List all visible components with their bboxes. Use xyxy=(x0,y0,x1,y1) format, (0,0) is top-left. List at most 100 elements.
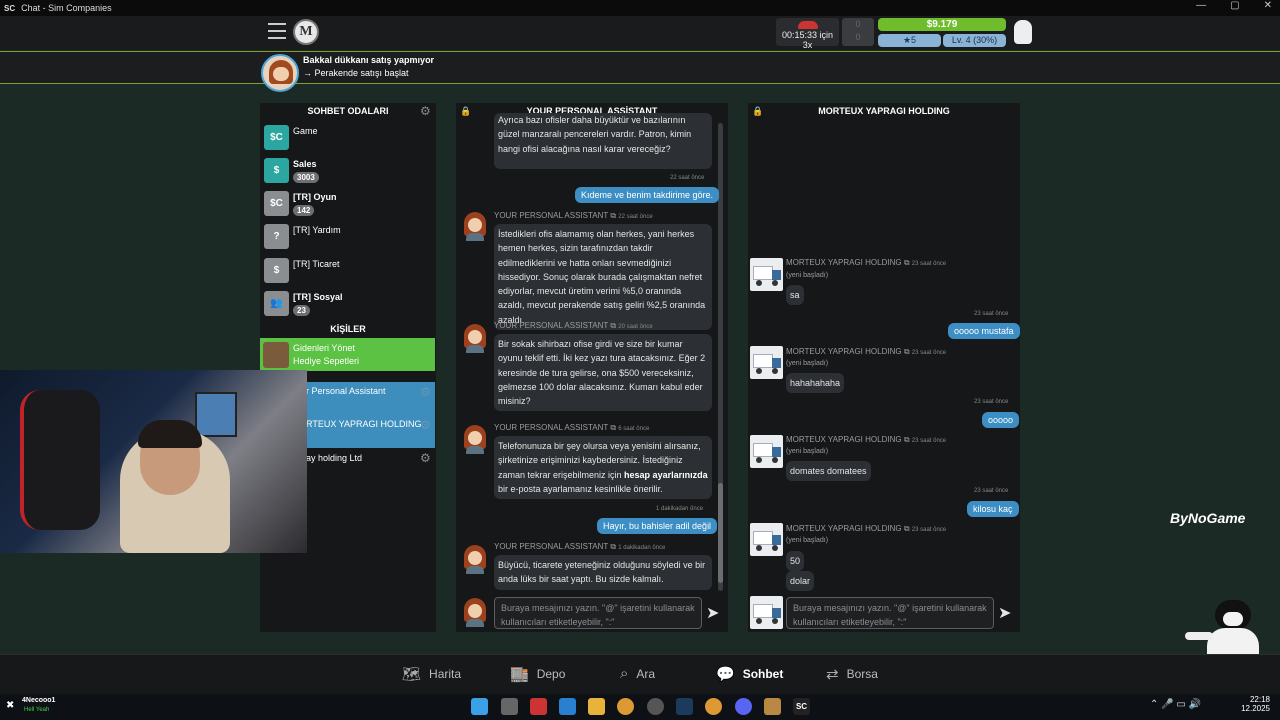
sender-status: (yeni başladı) xyxy=(786,360,829,367)
company-logo[interactable]: M xyxy=(293,19,319,45)
rooms-header: SOHBET ODALARI xyxy=(307,106,389,116)
send-icon[interactable]: ➤ xyxy=(706,603,719,623)
message-input[interactable]: Buraya mesajınızı yazın. "@" işaretini k… xyxy=(494,597,702,629)
folder-icon[interactable] xyxy=(588,698,605,715)
call-boost-timer[interactable]: 00:15:33 için 3x xyxy=(776,18,839,50)
message-time: 23 saat önce xyxy=(911,261,947,267)
app-icon[interactable] xyxy=(764,698,781,715)
assistant-avatar xyxy=(261,54,299,92)
assistant-avatar xyxy=(463,211,487,241)
nav-harita[interactable]: 🗺 Harita xyxy=(402,665,461,683)
room-name: Sales xyxy=(293,159,317,169)
copy-icon[interactable]: ⧉ xyxy=(904,258,910,267)
chat-message-own: Hayır, bu bahisler adil değil xyxy=(597,518,718,534)
task-view-icon[interactable] xyxy=(501,698,518,715)
lock-icon[interactable]: 🔒 xyxy=(752,106,763,117)
unread-badge: 142 xyxy=(293,205,315,216)
gift-line2: Hediye Sepetleri xyxy=(293,356,360,366)
room-name: [TR] Sosyal xyxy=(293,292,343,302)
simcompanies-taskbar-icon[interactable]: SC xyxy=(793,698,810,715)
chrome-icon[interactable] xyxy=(705,698,722,715)
discord-icon[interactable] xyxy=(735,698,752,715)
app-icon[interactable] xyxy=(530,698,547,715)
nav-depo[interactable]: 🏬 Depo xyxy=(510,665,565,683)
tray-icons[interactable]: ⌃ 🎤 ▭ 🔊 xyxy=(1150,699,1201,710)
clock[interactable]: 22:18 12.2025 xyxy=(1240,695,1270,713)
copy-icon[interactable]: ⧉ xyxy=(610,321,616,330)
sender-name: YOUR PERSONAL ASSISTANT xyxy=(494,211,609,220)
account-settings-link[interactable]: hesap ayarlarınızda xyxy=(624,470,708,480)
copy-icon[interactable]: ⧉ xyxy=(904,435,910,444)
nav-borsa[interactable]: ⇄ Borsa xyxy=(826,665,878,683)
gear-icon[interactable]: ⚙ xyxy=(420,104,431,118)
message-meta: YOUR PERSONAL ASSISTANT ⧉ 20 saat önce xyxy=(494,321,653,331)
assistant-avatar xyxy=(463,424,487,454)
steam-icon[interactable] xyxy=(676,698,693,715)
menu-icon[interactable] xyxy=(268,23,286,39)
os-taskbar: ✖ 4Necooo1 Hell Yeah SC ⌃ 🎤 ▭ 🔊 22:18 12… xyxy=(0,694,1280,720)
research-counter[interactable]: 0 0 xyxy=(842,18,874,46)
sender-status: (yeni başladı) xyxy=(786,537,829,544)
notification-link[interactable]: → Perakende satışı başlat xyxy=(303,68,409,78)
rating-value: 5 xyxy=(911,35,917,45)
nav-label: Depo xyxy=(536,667,566,681)
star-icon: ★ xyxy=(902,35,912,45)
assistant-avatar xyxy=(463,323,487,353)
message-time: 22 saat önce xyxy=(618,214,653,220)
chat-message: Bir sokak sihirbazı ofise girdi ve size … xyxy=(494,334,712,412)
gear-icon[interactable]: ⚙ xyxy=(420,418,431,432)
windows-start-icon[interactable] xyxy=(471,698,488,715)
holding-avatar xyxy=(750,523,783,556)
room-name: [TR] Oyun xyxy=(293,192,337,202)
message-time: 23 saat önce xyxy=(911,350,947,356)
rating-badge[interactable]: ★5 xyxy=(878,34,941,47)
lock-icon[interactable]: 🔒 xyxy=(460,106,471,117)
clock-date: 12.2025 xyxy=(1241,704,1270,713)
close-button[interactable]: ✕ xyxy=(1264,0,1272,11)
room-name: [TR] Ticaret xyxy=(293,259,340,269)
nav-sohbet[interactable]: 💬 Sohbet xyxy=(716,665,783,683)
send-icon[interactable]: ➤ xyxy=(998,603,1011,623)
my-company-avatar xyxy=(750,596,783,629)
gift-baskets-button[interactable]: Gidenleri Yönet Hediye Sepetleri xyxy=(260,338,435,371)
copy-icon[interactable]: ⧉ xyxy=(610,211,616,220)
money-balance[interactable]: $9.179 xyxy=(878,18,1006,31)
message-time: 1 dakikadan önce xyxy=(618,545,666,551)
nav-ara[interactable]: ⌕ Ara xyxy=(620,665,655,682)
boost-timer-text: 00:15:33 için 3x xyxy=(781,30,834,50)
nav-label: Borsa xyxy=(846,667,878,681)
close-icon[interactable]: ✖ xyxy=(6,700,14,711)
message-meta: MORTEUX YAPRAGI HOLDING ⧉ 23 saat önce xyxy=(786,435,946,445)
window-title: Chat - Sim Companies xyxy=(21,3,112,13)
gear-icon[interactable]: ⚙ xyxy=(420,385,431,399)
gear-icon[interactable]: ⚙ xyxy=(420,451,431,465)
level-badge[interactable]: Lv. 4 (30%) xyxy=(943,34,1006,47)
profile-avatar[interactable] xyxy=(1014,20,1032,44)
chat-message: İstedikleri ofis alamamış olan herkes, y… xyxy=(494,224,712,331)
minimize-button[interactable]: — xyxy=(1196,0,1206,11)
holding-chat-panel: 🔒 MORTEUX YAPRAGI HOLDING MORTEUX YAPRAG… xyxy=(748,103,1020,632)
webcam-overlay xyxy=(0,370,307,553)
copy-icon[interactable]: ⧉ xyxy=(904,524,910,533)
message-meta: MORTEUX YAPRAGI HOLDING ⧉ 23 saat önce xyxy=(786,524,946,534)
bynogame-watermark: ByNoGame xyxy=(1170,510,1246,526)
message-input[interactable]: Buraya mesajınızı yazın. "@" işaretini k… xyxy=(786,597,994,629)
search-icon: ⌕ xyxy=(620,665,629,682)
assistant-avatar xyxy=(463,544,487,574)
holding-chat-header: MORTEUX YAPRAGI HOLDING xyxy=(818,106,950,116)
top-bar xyxy=(0,16,1280,50)
chat-message-own: kilosu kaç xyxy=(967,501,1019,517)
copy-icon[interactable]: ⧉ xyxy=(610,542,616,551)
notification-bar[interactable] xyxy=(0,51,1280,84)
copy-icon[interactable]: ⧉ xyxy=(904,347,910,356)
app-icon[interactable] xyxy=(647,698,664,715)
nav-label: Harita xyxy=(429,667,462,681)
chrome-icon[interactable] xyxy=(617,698,634,715)
app-icon[interactable] xyxy=(559,698,576,715)
copy-icon[interactable]: ⧉ xyxy=(610,423,616,432)
maximize-button[interactable]: ▢ xyxy=(1230,0,1239,11)
scrollbar-thumb[interactable] xyxy=(718,483,723,583)
message-time: 6 saat önce xyxy=(618,426,650,432)
contact-morteux-holding[interactable]: RTEUX YAPRAGI HOLDING xyxy=(306,419,422,429)
contact-personal-assistant[interactable]: r Personal Assistant xyxy=(306,386,386,396)
